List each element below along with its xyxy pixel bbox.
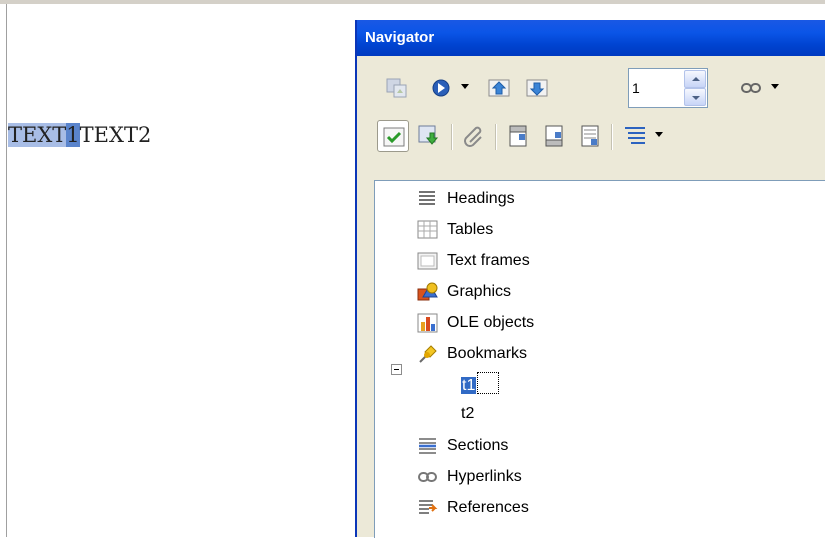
- ole-objects-icon: [417, 313, 439, 333]
- header-icon[interactable]: [503, 120, 535, 152]
- toolbar-separator: [451, 124, 453, 150]
- tree-item-label: Graphics: [447, 283, 512, 300]
- text-frames-icon: [417, 251, 439, 271]
- selected-text-highlight[interactable]: 1: [66, 123, 80, 147]
- navigation-dropdown-icon[interactable]: [461, 84, 469, 89]
- selected-text[interactable]: TEXT: [8, 123, 67, 147]
- tree-item-label: References: [447, 499, 529, 516]
- navigator-title-bar[interactable]: Navigator: [357, 20, 825, 56]
- hyperlinks-icon: [417, 467, 439, 487]
- bookmark-item-t2[interactable]: t2: [461, 402, 474, 426]
- reminder-icon[interactable]: [459, 120, 491, 152]
- document-text-line[interactable]: TEXT1TEXT2: [8, 120, 151, 150]
- page-number-spinbox[interactable]: [628, 68, 708, 108]
- heading-levels-icon[interactable]: [619, 120, 651, 152]
- tree-item-label: Text frames: [447, 252, 530, 269]
- content-view-icon[interactable]: [413, 120, 445, 152]
- toolbar-separator: [611, 124, 613, 150]
- tree-item-label: Tables: [447, 221, 494, 238]
- sections-icon: [417, 436, 439, 456]
- tree-item-label: Bookmarks: [447, 345, 528, 362]
- navigation-icon[interactable]: [425, 72, 457, 104]
- toggle-icon[interactable]: [381, 72, 413, 104]
- bookmark-label: t2: [461, 405, 475, 422]
- navigator-content-tree[interactable]: Headings Tables Text frames Graphics OLE…: [374, 180, 825, 538]
- document-top-border: [0, 0, 825, 4]
- spin-up-button[interactable]: [684, 70, 706, 88]
- link-dropdown-icon[interactable]: [771, 84, 779, 89]
- heading-levels-dropdown-icon[interactable]: [655, 132, 663, 137]
- bookmarks-collapse-toggle[interactable]: [391, 364, 402, 375]
- bookmark-item-t1[interactable]: t1: [461, 372, 500, 396]
- footer-icon[interactable]: [539, 120, 571, 152]
- headings-icon: [417, 189, 439, 209]
- previous-icon[interactable]: [483, 72, 515, 104]
- bookmarks-icon: [417, 344, 439, 364]
- tree-item-label: Headings: [447, 190, 515, 207]
- next-icon[interactable]: [521, 72, 553, 104]
- document-left-border: [6, 4, 7, 537]
- tree-item-label: OLE objects: [447, 314, 535, 331]
- navigator-window: Navigator 1 Headings Tables Text frames …: [355, 20, 825, 538]
- toolbar-separator: [495, 124, 497, 150]
- link-icon[interactable]: [735, 72, 767, 104]
- anchor-icon[interactable]: [575, 120, 607, 152]
- tables-icon: [417, 220, 439, 240]
- bookmark-label: t1: [461, 377, 477, 394]
- tree-item-label: Hyperlinks: [447, 468, 522, 485]
- list-box-icon[interactable]: [377, 120, 409, 152]
- references-icon: [417, 498, 439, 518]
- document-text[interactable]: TEXT2: [80, 123, 152, 147]
- spin-down-button[interactable]: [684, 88, 706, 106]
- tree-item-label: Sections: [447, 437, 509, 454]
- graphics-icon: [417, 282, 439, 302]
- focus-rectangle: [477, 372, 500, 394]
- page-number-input[interactable]: [632, 77, 682, 99]
- spin-buttons: [684, 70, 706, 106]
